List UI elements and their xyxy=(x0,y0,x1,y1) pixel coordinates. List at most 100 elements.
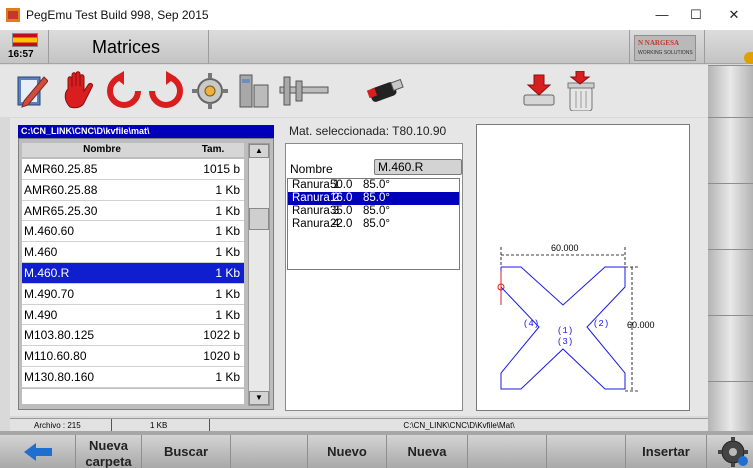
hand-icon[interactable] xyxy=(60,71,98,111)
ranura-width: 22.0 xyxy=(330,218,353,230)
file-name: M.490.70 xyxy=(24,286,75,301)
file-name: AMR60.25.85 xyxy=(24,162,98,176)
matrix-drawing: 60.000 60.000 (4) (1) (2) (3) xyxy=(476,124,690,411)
file-row[interactable]: M130.80.160 1 Kb xyxy=(22,366,244,388)
file-size: 1 Kb xyxy=(215,203,240,218)
close-button[interactable]: ✕ xyxy=(722,6,746,24)
ranura-angle: 85.0° xyxy=(363,205,390,217)
file-size: 1 Kb xyxy=(215,286,240,301)
file-row[interactable]: M110.60.80 1020 b xyxy=(22,346,244,367)
file-name: AMR60.25.88 xyxy=(24,182,98,197)
brand-logo: N NARGESA WORKING SOLUTIONS xyxy=(634,35,696,61)
file-row[interactable]: M.490.70 1 Kb xyxy=(22,283,244,305)
caliper-icon[interactable] xyxy=(278,71,330,111)
file-size: 1 Kb xyxy=(215,182,240,197)
width-dimension: 60.000 xyxy=(551,243,579,253)
file-name: M.460.60 xyxy=(24,224,75,239)
slot-label-1: (1) xyxy=(557,326,573,336)
file-name: AMR65.25.30 xyxy=(24,203,98,218)
slot-label-3: (3) xyxy=(557,337,573,347)
rotate-right-icon[interactable] xyxy=(146,71,186,111)
file-name: M.490 xyxy=(24,307,58,322)
file-size: 1 Kb xyxy=(215,224,240,239)
ranura-row[interactable]: Ranura 3 35.0 85.0° xyxy=(288,205,459,218)
page-title: Matrices xyxy=(92,37,161,57)
ranura-angle: 85.0° xyxy=(363,192,390,204)
settings-gear-icon[interactable] xyxy=(190,71,230,111)
file-list-scrollbar[interactable]: ▲ ▼ xyxy=(248,143,270,406)
insertar-button[interactable]: Insertar xyxy=(626,435,706,468)
language-flag-icon[interactable] xyxy=(12,33,38,47)
file-list-empty-area xyxy=(22,389,244,404)
import-disk-icon[interactable] xyxy=(520,71,560,111)
nueva-carpeta-button[interactable]: Nueva carpeta xyxy=(76,435,141,468)
side-button-strip xyxy=(708,65,753,435)
column-header-size[interactable]: Tam. xyxy=(182,143,244,157)
file-row[interactable]: M.460.R 1 Kb xyxy=(22,262,244,284)
file-size: 1 Kb xyxy=(215,265,240,280)
rotate-left-icon[interactable] xyxy=(104,71,144,111)
maximize-button[interactable]: ☐ xyxy=(684,6,708,24)
ranura-row[interactable]: Ranura 1 50.0 85.0° xyxy=(288,179,459,192)
usb-drive-icon[interactable] xyxy=(364,71,406,111)
ranura-row[interactable]: Ranura 4 22.0 85.0° xyxy=(288,218,459,231)
file-name: M130.80.160 xyxy=(24,369,95,384)
file-row[interactable]: M.490 1 Kb xyxy=(22,304,244,326)
file-row[interactable]: M.460 1 Kb xyxy=(22,242,244,263)
current-path: C:\CN_LINK\CNC\D\kvfile\mat\ xyxy=(18,125,274,138)
back-button[interactable] xyxy=(0,435,75,468)
file-row[interactable]: M.460.60 1 Kb xyxy=(22,221,244,243)
window-title-bar: PegEmu Test Build 998, Sep 2015 — ☐ ✕ xyxy=(0,0,753,30)
file-size: 1 Kb xyxy=(215,307,240,322)
ranura-width: 35.0 xyxy=(330,205,353,217)
ranura-row[interactable]: Ranura 2 16.0 85.0° xyxy=(288,192,459,205)
buscar-button[interactable]: Buscar xyxy=(142,435,230,468)
app-header: 16:57 Matrices N NARGESA WORKING SOLUTIO… xyxy=(0,30,753,64)
settings-button[interactable] xyxy=(707,435,753,468)
matrix-drawing-canvas: 60.000 60.000 (4) (1) (2) (3) xyxy=(497,243,655,392)
clamp-icon[interactable] xyxy=(236,71,272,111)
settings-gear-icon xyxy=(718,437,748,467)
minimize-button[interactable]: — xyxy=(650,6,674,24)
toolbar xyxy=(0,65,708,117)
ranura-angle: 85.0° xyxy=(363,218,390,230)
file-list: AMR60.25.85 1015 b AMR60.25.88 1 Kb AMR65.25… xyxy=(22,159,244,388)
file-name: M110.60.80 xyxy=(24,349,87,364)
bottom-toolbar: Nueva carpeta Buscar Nuevo dibujo Nueva … xyxy=(0,435,753,468)
nuevo-dibujo-button[interactable]: Nuevo dibujo xyxy=(308,435,386,468)
slot-label-4: (4) xyxy=(523,319,539,329)
file-row[interactable]: AMR60.25.85 1015 b xyxy=(22,159,244,180)
ranura-list: Ranura 1 50.0 85.0° Ranura 2 16.0 85.0° Ranura… xyxy=(287,178,460,270)
file-row[interactable]: AMR60.25.88 1 Kb xyxy=(22,179,244,201)
ranura-width: 16.0 xyxy=(330,192,353,204)
nombre-field[interactable]: M.460.R xyxy=(374,159,462,175)
file-size: 1022 b xyxy=(203,328,240,343)
nombre-label: Nombre xyxy=(290,162,333,176)
file-row[interactable]: AMR65.25.30 1 Kb xyxy=(22,200,244,222)
ranura-angle: 85.0° xyxy=(363,179,390,191)
scroll-up-button[interactable]: ▲ xyxy=(249,144,269,158)
file-name: M.460 xyxy=(24,245,58,260)
scroll-down-button[interactable]: ▼ xyxy=(249,391,269,405)
clock: 16:57 xyxy=(8,49,34,60)
file-size: 1 Kb xyxy=(215,245,240,260)
file-name: M.460.R xyxy=(24,265,70,280)
file-size: 1020 b xyxy=(203,349,240,364)
column-header-name[interactable]: Nombre xyxy=(22,143,182,157)
file-name: M103.80.125 xyxy=(24,328,95,343)
slot-label-2: (2) xyxy=(593,319,609,329)
nueva-matriz-button[interactable]: Nueva matriz xyxy=(387,435,467,468)
edit-icon[interactable] xyxy=(14,71,48,111)
file-row[interactable]: M103.80.125 1022 b xyxy=(22,325,244,347)
window-title: PegEmu Test Build 998, Sep 2015 xyxy=(26,8,209,22)
file-list-header: Nombre Tam. xyxy=(22,143,244,157)
header-edge-tab xyxy=(744,52,753,64)
ranura-width: 50.0 xyxy=(330,179,353,191)
logo-text: N NARGESA xyxy=(638,39,680,47)
file-size: 1 Kb xyxy=(215,369,240,384)
scroll-thumb[interactable] xyxy=(249,208,269,230)
height-dimension: 60.000 xyxy=(627,320,655,330)
selected-matrix-label: Mat. seleccionada: T80.10.90 xyxy=(289,124,447,138)
delete-trash-icon[interactable] xyxy=(562,71,602,111)
back-arrow-icon xyxy=(24,443,52,461)
